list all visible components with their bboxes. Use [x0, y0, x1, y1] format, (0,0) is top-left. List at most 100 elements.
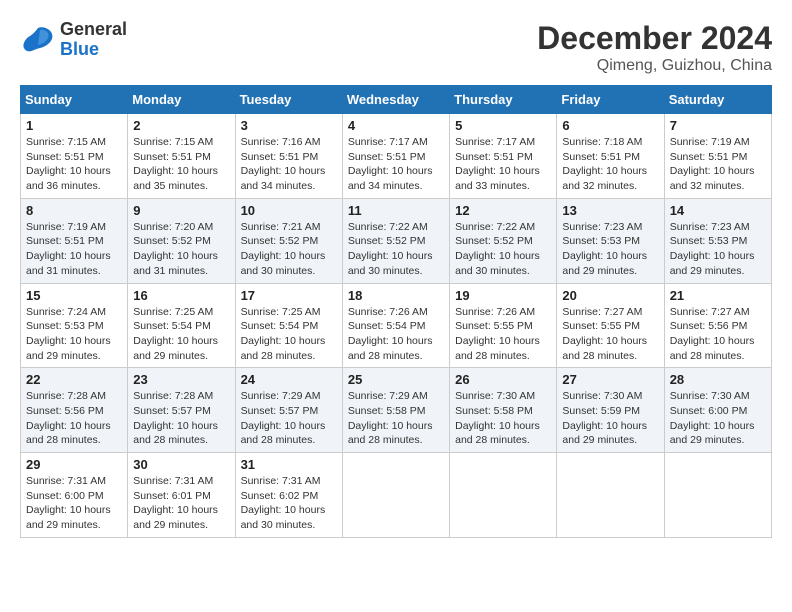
calendar-day-cell: 18 Sunrise: 7:26 AM Sunset: 5:54 PM Dayl… — [342, 283, 449, 368]
calendar-day-cell — [557, 453, 664, 538]
calendar-day-cell: 11 Sunrise: 7:22 AM Sunset: 5:52 PM Dayl… — [342, 198, 449, 283]
day-info: Sunrise: 7:26 AM Sunset: 5:54 PM Dayligh… — [348, 305, 444, 364]
day-number: 13 — [562, 203, 658, 218]
calendar-week-row: 8 Sunrise: 7:19 AM Sunset: 5:51 PM Dayli… — [21, 198, 772, 283]
logo-bird-icon — [20, 24, 56, 56]
calendar-day-cell: 17 Sunrise: 7:25 AM Sunset: 5:54 PM Dayl… — [235, 283, 342, 368]
day-number: 28 — [670, 372, 766, 387]
calendar-week-row: 22 Sunrise: 7:28 AM Sunset: 5:56 PM Dayl… — [21, 368, 772, 453]
day-info: Sunrise: 7:30 AM Sunset: 5:59 PM Dayligh… — [562, 389, 658, 448]
calendar-day-cell: 30 Sunrise: 7:31 AM Sunset: 6:01 PM Dayl… — [128, 453, 235, 538]
day-info: Sunrise: 7:28 AM Sunset: 5:57 PM Dayligh… — [133, 389, 229, 448]
weekday-header: Saturday — [664, 86, 771, 114]
logo: General Blue — [20, 20, 127, 60]
month-title: December 2024 — [537, 20, 772, 57]
day-info: Sunrise: 7:17 AM Sunset: 5:51 PM Dayligh… — [348, 135, 444, 194]
calendar-header-row: SundayMondayTuesdayWednesdayThursdayFrid… — [21, 86, 772, 114]
day-number: 10 — [241, 203, 337, 218]
day-number: 17 — [241, 288, 337, 303]
day-info: Sunrise: 7:23 AM Sunset: 5:53 PM Dayligh… — [670, 220, 766, 279]
day-number: 15 — [26, 288, 122, 303]
day-number: 19 — [455, 288, 551, 303]
day-info: Sunrise: 7:22 AM Sunset: 5:52 PM Dayligh… — [455, 220, 551, 279]
day-info: Sunrise: 7:25 AM Sunset: 5:54 PM Dayligh… — [133, 305, 229, 364]
day-info: Sunrise: 7:17 AM Sunset: 5:51 PM Dayligh… — [455, 135, 551, 194]
calendar-day-cell: 14 Sunrise: 7:23 AM Sunset: 5:53 PM Dayl… — [664, 198, 771, 283]
calendar-day-cell: 25 Sunrise: 7:29 AM Sunset: 5:58 PM Dayl… — [342, 368, 449, 453]
day-info: Sunrise: 7:31 AM Sunset: 6:01 PM Dayligh… — [133, 474, 229, 533]
calendar-day-cell: 13 Sunrise: 7:23 AM Sunset: 5:53 PM Dayl… — [557, 198, 664, 283]
day-number: 8 — [26, 203, 122, 218]
calendar-day-cell: 21 Sunrise: 7:27 AM Sunset: 5:56 PM Dayl… — [664, 283, 771, 368]
calendar-week-row: 1 Sunrise: 7:15 AM Sunset: 5:51 PM Dayli… — [21, 114, 772, 199]
day-number: 3 — [241, 118, 337, 133]
calendar-day-cell: 4 Sunrise: 7:17 AM Sunset: 5:51 PM Dayli… — [342, 114, 449, 199]
calendar-day-cell: 1 Sunrise: 7:15 AM Sunset: 5:51 PM Dayli… — [21, 114, 128, 199]
calendar-day-cell: 15 Sunrise: 7:24 AM Sunset: 5:53 PM Dayl… — [21, 283, 128, 368]
calendar-day-cell: 8 Sunrise: 7:19 AM Sunset: 5:51 PM Dayli… — [21, 198, 128, 283]
calendar-day-cell: 31 Sunrise: 7:31 AM Sunset: 6:02 PM Dayl… — [235, 453, 342, 538]
day-info: Sunrise: 7:19 AM Sunset: 5:51 PM Dayligh… — [26, 220, 122, 279]
day-info: Sunrise: 7:31 AM Sunset: 6:02 PM Dayligh… — [241, 474, 337, 533]
calendar-day-cell: 29 Sunrise: 7:31 AM Sunset: 6:00 PM Dayl… — [21, 453, 128, 538]
day-info: Sunrise: 7:24 AM Sunset: 5:53 PM Dayligh… — [26, 305, 122, 364]
calendar-day-cell: 3 Sunrise: 7:16 AM Sunset: 5:51 PM Dayli… — [235, 114, 342, 199]
day-info: Sunrise: 7:27 AM Sunset: 5:55 PM Dayligh… — [562, 305, 658, 364]
calendar-day-cell — [342, 453, 449, 538]
day-number: 24 — [241, 372, 337, 387]
day-number: 23 — [133, 372, 229, 387]
calendar-day-cell: 2 Sunrise: 7:15 AM Sunset: 5:51 PM Dayli… — [128, 114, 235, 199]
day-number: 21 — [670, 288, 766, 303]
day-info: Sunrise: 7:30 AM Sunset: 6:00 PM Dayligh… — [670, 389, 766, 448]
logo-text: General Blue — [60, 20, 127, 60]
weekday-header: Thursday — [450, 86, 557, 114]
day-number: 26 — [455, 372, 551, 387]
weekday-header: Friday — [557, 86, 664, 114]
day-info: Sunrise: 7:27 AM Sunset: 5:56 PM Dayligh… — [670, 305, 766, 364]
day-number: 27 — [562, 372, 658, 387]
calendar-day-cell: 7 Sunrise: 7:19 AM Sunset: 5:51 PM Dayli… — [664, 114, 771, 199]
day-number: 25 — [348, 372, 444, 387]
calendar-day-cell: 20 Sunrise: 7:27 AM Sunset: 5:55 PM Dayl… — [557, 283, 664, 368]
calendar-day-cell: 19 Sunrise: 7:26 AM Sunset: 5:55 PM Dayl… — [450, 283, 557, 368]
calendar-day-cell: 12 Sunrise: 7:22 AM Sunset: 5:52 PM Dayl… — [450, 198, 557, 283]
day-number: 14 — [670, 203, 766, 218]
day-info: Sunrise: 7:18 AM Sunset: 5:51 PM Dayligh… — [562, 135, 658, 194]
calendar-week-row: 15 Sunrise: 7:24 AM Sunset: 5:53 PM Dayl… — [21, 283, 772, 368]
calendar-day-cell: 27 Sunrise: 7:30 AM Sunset: 5:59 PM Dayl… — [557, 368, 664, 453]
day-info: Sunrise: 7:22 AM Sunset: 5:52 PM Dayligh… — [348, 220, 444, 279]
day-info: Sunrise: 7:20 AM Sunset: 5:52 PM Dayligh… — [133, 220, 229, 279]
day-number: 9 — [133, 203, 229, 218]
day-info: Sunrise: 7:30 AM Sunset: 5:58 PM Dayligh… — [455, 389, 551, 448]
location-title: Qimeng, Guizhou, China — [537, 57, 772, 75]
title-area: December 2024 Qimeng, Guizhou, China — [537, 20, 772, 75]
calendar-day-cell — [664, 453, 771, 538]
day-number: 12 — [455, 203, 551, 218]
day-info: Sunrise: 7:19 AM Sunset: 5:51 PM Dayligh… — [670, 135, 766, 194]
calendar-day-cell: 24 Sunrise: 7:29 AM Sunset: 5:57 PM Dayl… — [235, 368, 342, 453]
calendar-day-cell: 26 Sunrise: 7:30 AM Sunset: 5:58 PM Dayl… — [450, 368, 557, 453]
day-info: Sunrise: 7:31 AM Sunset: 6:00 PM Dayligh… — [26, 474, 122, 533]
calendar-week-row: 29 Sunrise: 7:31 AM Sunset: 6:00 PM Dayl… — [21, 453, 772, 538]
day-number: 7 — [670, 118, 766, 133]
weekday-header: Monday — [128, 86, 235, 114]
day-number: 5 — [455, 118, 551, 133]
day-number: 2 — [133, 118, 229, 133]
day-info: Sunrise: 7:15 AM Sunset: 5:51 PM Dayligh… — [26, 135, 122, 194]
calendar-day-cell: 16 Sunrise: 7:25 AM Sunset: 5:54 PM Dayl… — [128, 283, 235, 368]
day-info: Sunrise: 7:16 AM Sunset: 5:51 PM Dayligh… — [241, 135, 337, 194]
day-info: Sunrise: 7:26 AM Sunset: 5:55 PM Dayligh… — [455, 305, 551, 364]
calendar-day-cell: 28 Sunrise: 7:30 AM Sunset: 6:00 PM Dayl… — [664, 368, 771, 453]
day-info: Sunrise: 7:15 AM Sunset: 5:51 PM Dayligh… — [133, 135, 229, 194]
day-info: Sunrise: 7:28 AM Sunset: 5:56 PM Dayligh… — [26, 389, 122, 448]
calendar-day-cell — [450, 453, 557, 538]
calendar-day-cell: 10 Sunrise: 7:21 AM Sunset: 5:52 PM Dayl… — [235, 198, 342, 283]
header: General Blue December 2024 Qimeng, Guizh… — [20, 20, 772, 75]
day-info: Sunrise: 7:25 AM Sunset: 5:54 PM Dayligh… — [241, 305, 337, 364]
day-info: Sunrise: 7:29 AM Sunset: 5:58 PM Dayligh… — [348, 389, 444, 448]
day-number: 18 — [348, 288, 444, 303]
day-number: 20 — [562, 288, 658, 303]
calendar-day-cell: 22 Sunrise: 7:28 AM Sunset: 5:56 PM Dayl… — [21, 368, 128, 453]
calendar-day-cell: 23 Sunrise: 7:28 AM Sunset: 5:57 PM Dayl… — [128, 368, 235, 453]
day-number: 11 — [348, 203, 444, 218]
